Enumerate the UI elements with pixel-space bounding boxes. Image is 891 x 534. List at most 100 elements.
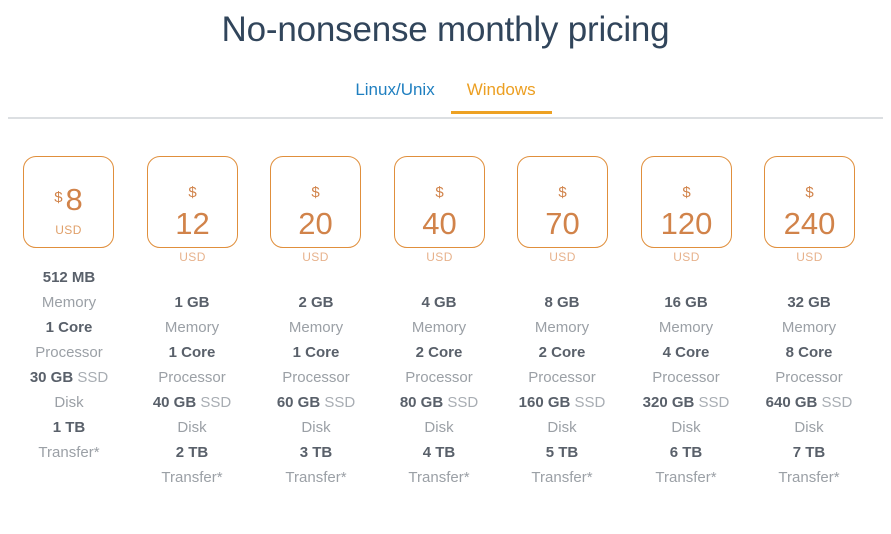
price-value-6: 120 — [660, 206, 713, 241]
memory-label-2: Memory — [164, 319, 220, 336]
currency-code-7: USD — [796, 250, 823, 264]
processor-label-6: Processor — [652, 369, 720, 386]
currency-code-3: USD — [302, 250, 329, 264]
currency-code-5: USD — [549, 250, 576, 264]
currency-code-1: USD — [55, 223, 82, 237]
memory-label-3: Memory — [288, 319, 344, 336]
price-amount-1: $8 — [24, 184, 113, 215]
transfer-value-6: 6 TB — [669, 444, 703, 461]
memory-value-3: 2 GB — [298, 294, 334, 311]
currency-symbol-1: $ — [54, 189, 63, 206]
disk-size-6: 320 GB — [642, 394, 695, 411]
disk-type-5: SSD — [574, 394, 606, 411]
processor-label-4: Processor — [405, 369, 473, 386]
disk-value-7: 640 GB SSD — [747, 390, 871, 415]
disk-type-7: SSD — [821, 394, 853, 411]
price-card-4[interactable]: $ 40 USD — [394, 156, 485, 264]
currency-code-4: USD — [426, 250, 453, 264]
price-value-2: 12 — [175, 206, 210, 241]
price-card-1[interactable]: $8 USD — [23, 156, 114, 248]
transfer-value-5: 5 TB — [545, 444, 579, 461]
transfer-label-1: Transfer* — [38, 444, 100, 461]
memory-value-4: 4 GB — [421, 294, 457, 311]
memory-label-1: Memory — [41, 294, 97, 311]
processor-value-2: 1 Core — [168, 344, 216, 361]
currency-code-6: USD — [673, 250, 700, 264]
transfer-label-7: Transfer* — [778, 469, 840, 486]
currency-symbol-6: $ — [682, 184, 691, 201]
currency-symbol-2: $ — [188, 184, 197, 201]
disk-value-1: 30 GB SSD — [7, 365, 131, 390]
transfer-value-3: 3 TB — [299, 444, 333, 461]
disk-size-3: 60 GB — [276, 394, 321, 411]
disk-value-4: 80 GB SSD — [377, 390, 501, 415]
plan-specs-6: 16 GB Memory 4 Core Processor 320 GB SSD… — [624, 290, 748, 490]
processor-label-7: Processor — [775, 369, 843, 386]
price-value-1: 8 — [65, 182, 83, 217]
memory-value-2: 1 GB — [174, 294, 210, 311]
price-card-5[interactable]: $ 70 USD — [517, 156, 608, 264]
price-card-2[interactable]: $ 12 USD — [147, 156, 238, 264]
plan-specs-1: 512 MB Memory 1 Core Processor 30 GB SSD… — [7, 265, 131, 465]
price-card-7[interactable]: $ 240 USD — [764, 156, 855, 264]
memory-label-7: Memory — [781, 319, 837, 336]
transfer-label-2: Transfer* — [161, 469, 223, 486]
price-card-3[interactable]: $ 20 USD — [270, 156, 361, 264]
disk-size-1: 30 GB — [29, 369, 74, 386]
transfer-label-3: Transfer* — [285, 469, 347, 486]
disk-label-3: Disk — [301, 419, 331, 436]
disk-type-4: SSD — [447, 394, 479, 411]
currency-symbol-7: $ — [805, 184, 814, 201]
transfer-value-2: 2 TB — [175, 444, 209, 461]
processor-label-5: Processor — [528, 369, 596, 386]
memory-label-6: Memory — [658, 319, 714, 336]
plan-specs-3: 2 GB Memory 1 Core Processor 60 GB SSD D… — [254, 290, 378, 490]
price-card-6[interactable]: $ 120 USD — [641, 156, 732, 264]
disk-label-5: Disk — [547, 419, 577, 436]
memory-label-4: Memory — [411, 319, 467, 336]
pricing-platform-tabs: Linux/Unix Windows — [0, 80, 891, 120]
currency-symbol-5: $ — [558, 184, 567, 201]
processor-value-5: 2 Core — [538, 344, 586, 361]
currency-code-2: USD — [179, 250, 206, 264]
disk-value-2: 40 GB SSD — [130, 390, 254, 415]
disk-value-6: 320 GB SSD — [624, 390, 748, 415]
disk-size-4: 80 GB — [399, 394, 444, 411]
disk-label-6: Disk — [671, 419, 701, 436]
processor-label-1: Processor — [35, 344, 103, 361]
memory-value-5: 8 GB — [544, 294, 580, 311]
processor-label-3: Processor — [282, 369, 350, 386]
price-value-3: 20 — [298, 206, 333, 241]
processor-value-3: 1 Core — [292, 344, 340, 361]
currency-symbol-4: $ — [435, 184, 444, 201]
processor-value-7: 8 Core — [785, 344, 833, 361]
price-value-7: 240 — [783, 206, 836, 241]
processor-label-2: Processor — [158, 369, 226, 386]
transfer-label-4: Transfer* — [408, 469, 470, 486]
disk-type-6: SSD — [698, 394, 730, 411]
memory-value-6: 16 GB — [664, 294, 708, 311]
disk-label-7: Disk — [794, 419, 824, 436]
transfer-label-5: Transfer* — [531, 469, 593, 486]
plan-specs-row: 512 MB Memory 1 Core Processor 30 GB SSD… — [0, 269, 891, 530]
disk-value-5: 160 GB SSD — [500, 390, 624, 415]
disk-size-2: 40 GB — [152, 394, 197, 411]
price-value-4: 40 — [422, 206, 457, 241]
plan-specs-2: 1 GB Memory 1 Core Processor 40 GB SSD D… — [130, 290, 254, 490]
transfer-label-6: Transfer* — [655, 469, 717, 486]
tab-windows[interactable]: Windows — [450, 80, 552, 114]
disk-size-5: 160 GB — [518, 394, 571, 411]
disk-label-4: Disk — [424, 419, 454, 436]
tab-linux-unix[interactable]: Linux/Unix — [339, 80, 450, 114]
disk-value-3: 60 GB SSD — [254, 390, 378, 415]
disk-type-3: SSD — [324, 394, 356, 411]
memory-value-1: 512 MB — [42, 269, 96, 286]
plan-specs-4: 4 GB Memory 2 Core Processor 80 GB SSD D… — [377, 290, 501, 490]
disk-type-2: SSD — [200, 394, 232, 411]
disk-label-2: Disk — [177, 419, 207, 436]
memory-value-7: 32 GB — [787, 294, 831, 311]
plan-specs-7: 32 GB Memory 8 Core Processor 640 GB SSD… — [747, 290, 871, 490]
memory-label-5: Memory — [534, 319, 590, 336]
transfer-value-4: 4 TB — [422, 444, 456, 461]
price-value-5: 70 — [545, 206, 580, 241]
